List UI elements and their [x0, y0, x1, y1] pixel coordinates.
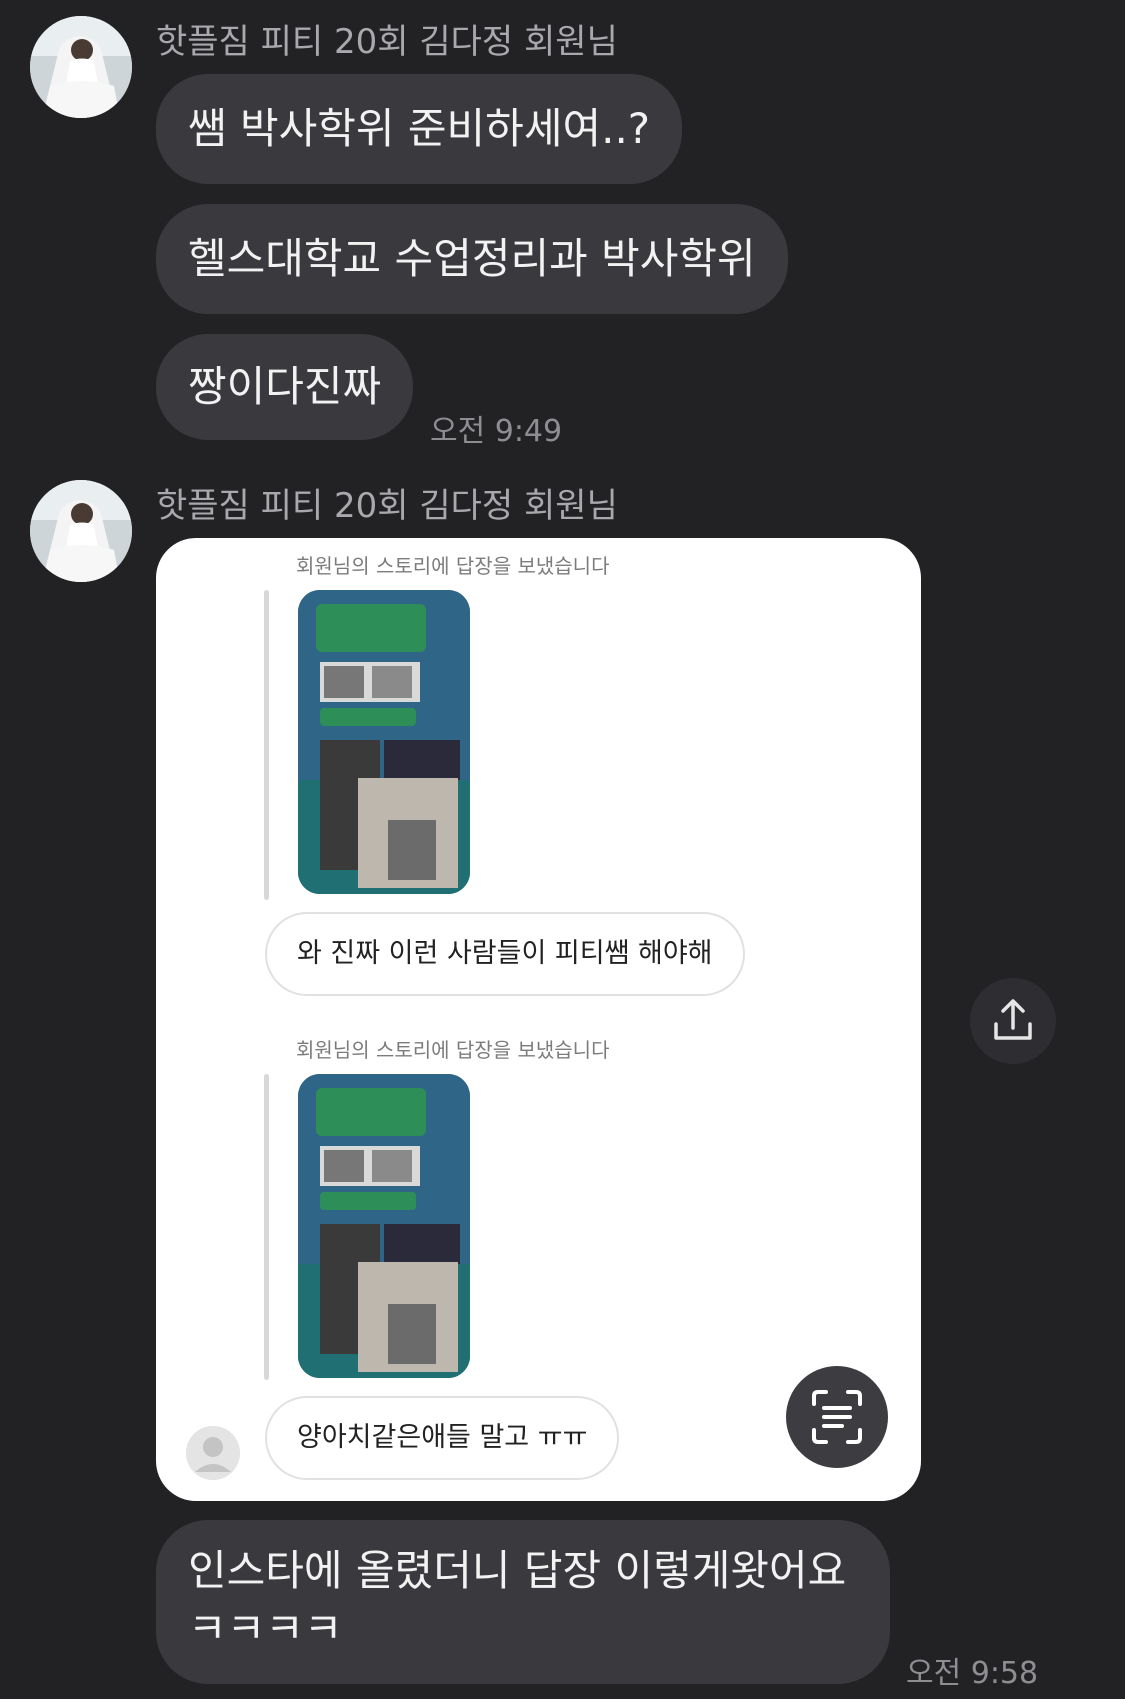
scan-text-icon [812, 1390, 862, 1444]
story-reply-caption: 회원님의 스토리에 답장을 보냈습니다 [296, 1038, 610, 1062]
sender-avatar[interactable] [30, 16, 132, 118]
story-reply-bubble: 양아치같은애들 말고 ㅠㅠ [265, 1396, 620, 1480]
message-time: 오전 9:49 [430, 414, 563, 449]
sender-avatar[interactable] [30, 480, 132, 582]
chat-thread: 핫플짐 피티 20회 김다정 회원님 쌤 박사학위 준비하세여..? 헬스대학교… [0, 0, 1125, 1699]
message-time: 오전 9:58 [906, 1656, 1039, 1691]
message-text: 쌤 박사학위 준비하세여..? [188, 104, 651, 153]
share-icon [994, 999, 1032, 1040]
scan-text-button[interactable] [786, 1366, 888, 1468]
message-bubble[interactable]: 인스타에 올렸더니 답장 이렇게왓어요 ㅋㅋㅋㅋ [156, 1520, 890, 1684]
story-reply-text: 와 진짜 이런 사람들이 피티쌤 해야해 [297, 938, 713, 969]
story-reply-bubble: 와 진짜 이런 사람들이 피티쌤 해야해 [265, 912, 745, 996]
image-attachment[interactable]: 회원님의 스토리에 답장을 보냈습니다 와 진짜 이런 사람들이 피티쌤 해야해… [156, 538, 921, 1501]
message-text: 인스타에 올렸더니 답장 이렇게왓어요 [188, 1546, 847, 1595]
sender-name: 핫플짐 피티 20회 김다정 회원님 [156, 22, 618, 62]
quote-line [264, 590, 269, 900]
message-bubble[interactable]: 헬스대학교 수업정리과 박사학위 [156, 204, 788, 314]
quote-line [264, 1074, 269, 1380]
message-text: 짱이다진짜 [188, 362, 382, 411]
message-text: 헬스대학교 수업정리과 박사학위 [188, 234, 756, 283]
story-thumbnail [298, 590, 470, 894]
share-button[interactable] [970, 978, 1056, 1064]
story-reply-caption: 회원님의 스토리에 답장을 보냈습니다 [296, 554, 610, 578]
avatar [186, 1426, 240, 1480]
story-thumbnail [298, 1074, 470, 1378]
story-reply-text: 양아치같은애들 말고 ㅠㅠ [297, 1422, 588, 1453]
sender-name: 핫플짐 피티 20회 김다정 회원님 [156, 486, 618, 526]
message-bubble[interactable]: 쌤 박사학위 준비하세여..? [156, 74, 683, 184]
message-bubble[interactable]: 짱이다진짜 [156, 334, 414, 440]
message-text: ㅋㅋㅋㅋ [188, 1604, 343, 1653]
